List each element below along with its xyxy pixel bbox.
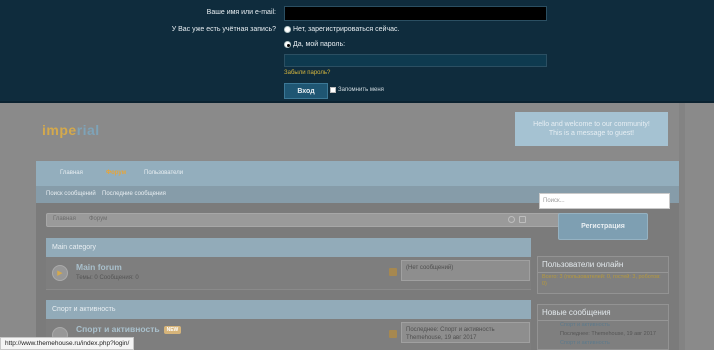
notice-line2: This is a message to guest! [548,130,635,137]
register-radio[interactable]: Нет, зарегистрироваться сейчас. [284,26,399,33]
last-post: (Нет сообщений) [401,260,530,281]
crumb-home[interactable]: Главная [53,216,76,222]
name-input[interactable] [284,6,547,21]
news-panel-title: Новые сообщения [538,305,668,321]
pin-icon[interactable] [519,216,526,223]
online-stats: Всего: 3 (пользователей: 0, гостей: 3, р… [542,274,661,287]
last-post: Последнее: Спорт и активность Themehouse… [401,322,530,343]
rss-icon[interactable] [389,330,397,338]
tab-home[interactable]: Главная [60,170,83,176]
new-badge: NEW [163,325,182,334]
register-radio-label: Нет, зарегистрироваться сейчас. [293,26,400,33]
status-bar-url: http://www.themehouse.ru/index.php?login… [0,337,135,350]
login-panel: Ваше имя или e-mail: У Вас уже есть учёт… [0,0,714,103]
last-post-title[interactable]: Последнее: Спорт и активность [406,326,525,334]
logo-part1: impe [42,122,77,138]
news-item-meta: Последнее: Themehouse, 19 авг 2017 [560,331,656,337]
radio-icon[interactable] [284,26,291,33]
nav-bar: Главная Форум Пользователи [36,161,679,186]
notice-line1: Hello and welcome to our community! [533,121,650,128]
password-radio[interactable]: Да, мой пароль: [284,41,345,48]
remember-label: Запомнить меня [338,87,384,93]
breadcrumb: Главная Форум [46,213,565,227]
news-item-title[interactable]: Спорт и активность [538,321,668,330]
tab-forum[interactable]: Форум [106,170,126,176]
forum-title[interactable]: Спорт и активность NEW [76,324,182,334]
news-panel: Новые сообщения Спорт и активность После… [537,304,669,350]
account-question: У Вас уже есть учётная запись? [171,26,276,33]
logo-part2: rial [76,122,100,138]
rss-icon[interactable] [389,268,397,276]
forum-row-main: ▶ Main forum Темы: 0 Сообщения: 0 (Нет с… [46,257,531,290]
online-panel: Пользователи онлайн Всего: 3 (пользовате… [537,256,669,294]
guest-notice: Hello and welcome to our community! This… [515,112,668,146]
crumb-forum[interactable]: Форум [89,216,107,222]
last-post-meta: Themehouse, 19 авг 2017 [406,335,477,341]
scrollbar[interactable] [679,103,685,350]
forum-title-text[interactable]: Спорт и активность [76,324,160,334]
last-post-text: (Нет сообщений) [406,265,454,271]
search-input[interactable]: Поиск... [539,193,670,209]
category-header-main[interactable]: Main category [46,238,531,257]
online-panel-title: Пользователи онлайн [538,257,668,273]
login-button[interactable]: Вход [284,83,328,99]
clock-icon[interactable] [508,216,515,223]
name-label: Ваше имя или e-mail: [206,9,276,16]
register-button[interactable]: Регистрация [558,213,648,240]
forum-node-icon: ▶ [52,265,68,281]
tab-members[interactable]: Пользователи [144,170,183,176]
remember-me[interactable]: Запомнить меня [330,87,384,93]
subtab-search[interactable]: Поиск сообщений [46,191,96,197]
forgot-password-link[interactable]: Забыли пароль? [284,70,330,76]
forum-title[interactable]: Main forum [76,262,122,272]
password-input[interactable] [284,54,547,67]
category-header-sport[interactable]: Спорт и активность [46,300,531,319]
password-radio-label: Да, мой пароль: [293,41,346,48]
forum-stats: Темы: 0 Сообщения: 0 [76,275,139,281]
checkbox-icon[interactable] [330,87,336,93]
subtab-recent[interactable]: Последние сообщения [102,191,166,197]
radio-checked-icon[interactable] [284,41,291,48]
site-logo[interactable]: imperial [42,122,100,138]
news-item-forum[interactable]: Спорт и активность [538,339,668,348]
